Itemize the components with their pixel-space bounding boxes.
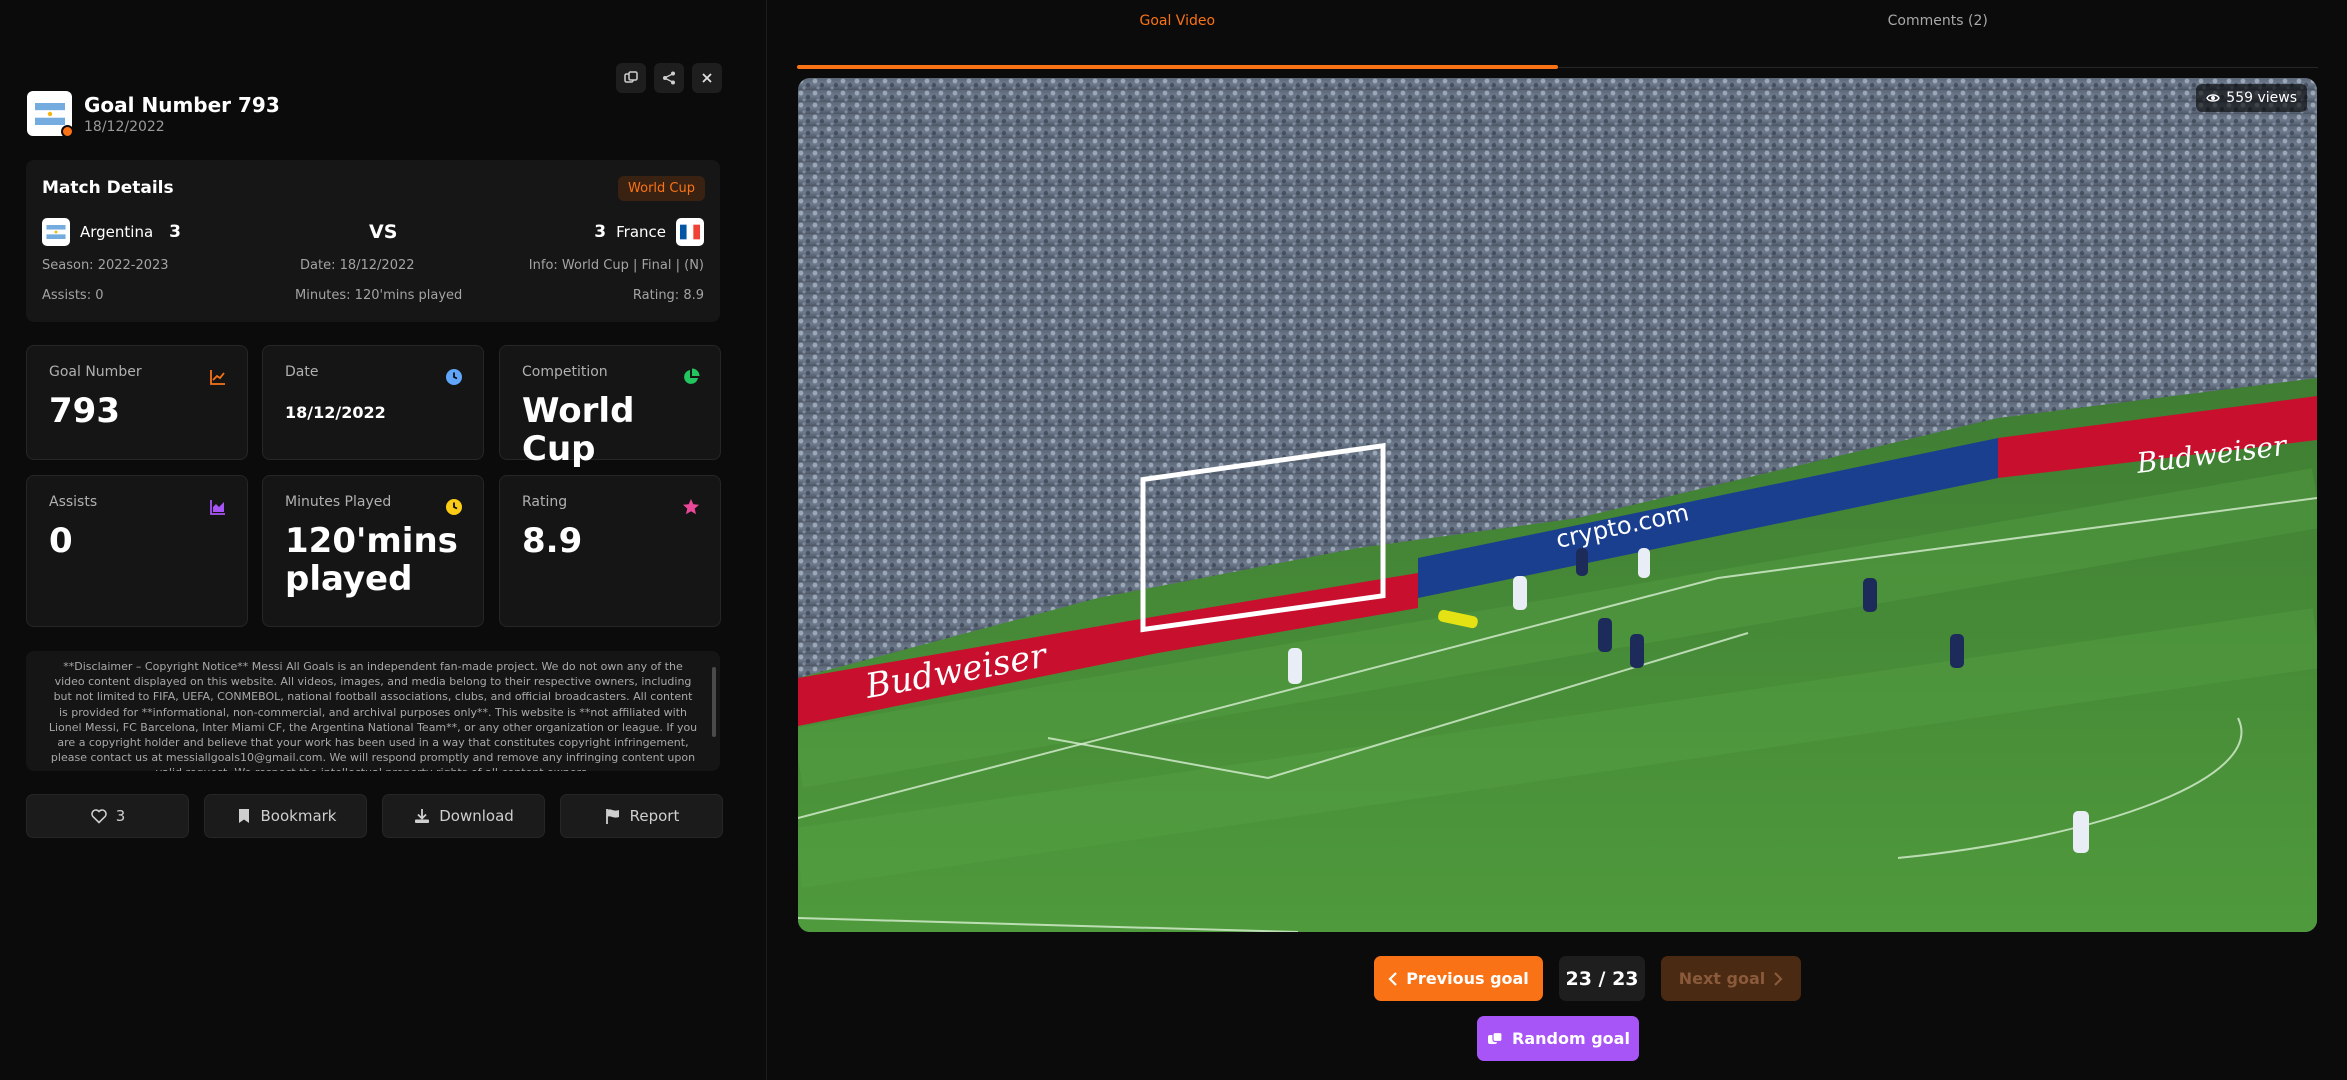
match-info-row-2: Assists: 0 Minutes: 120'mins played Rati…: [42, 288, 704, 303]
area-chart-icon: [210, 500, 225, 515]
chevron-right-icon: [1774, 971, 1783, 986]
goal-video-player[interactable]: Budweiser Budweiser crypto.com 559 views: [798, 78, 2317, 932]
dice-icon: [624, 71, 638, 83]
away-team: 3 France: [588, 218, 704, 246]
previous-goal-label: Previous goal: [1406, 969, 1529, 988]
match-date-text: Date: 18/12/2022: [300, 258, 415, 273]
bookmark-label: Bookmark: [260, 807, 337, 825]
home-team-score: 3: [169, 222, 182, 242]
stat-value: 0: [49, 521, 73, 561]
clock-icon: [446, 499, 462, 515]
stat-value: 8.9: [522, 521, 583, 561]
tab-comments[interactable]: Comments (2): [1558, 0, 2319, 68]
teams-row: Argentina 3 VS 3 France: [42, 217, 704, 247]
match-details-title: Match Details: [42, 178, 174, 198]
goal-header: Goal Number 793 18/12/2022: [27, 91, 280, 138]
tab-goal-video[interactable]: Goal Video: [797, 0, 1558, 69]
season-text: Season: 2022-2023: [42, 258, 169, 273]
video-panel: Goal Video Comments (2) Budweiser Budwei…: [768, 0, 2347, 1080]
stat-label: Goal Number: [49, 364, 142, 380]
dice-icon: [1488, 1031, 1503, 1044]
goal-actions: 3 Bookmark Download Report: [26, 794, 723, 838]
stat-label: Date: [285, 364, 319, 380]
heart-icon: [90, 809, 107, 824]
goal-counter: 23 / 23: [1559, 956, 1645, 1001]
download-button[interactable]: Download: [382, 794, 545, 838]
clock-icon: [446, 369, 462, 385]
stat-value: World Cup: [522, 391, 635, 469]
eye-icon: [2206, 94, 2221, 102]
next-goal-label: Next goal: [1678, 969, 1766, 988]
stat-card-assists: Assists 0: [26, 475, 248, 627]
disclaimer-scrollbar[interactable]: [711, 657, 717, 765]
download-icon: [415, 809, 430, 823]
goal-details-panel: Goal Number 793 18/12/2022 Match Details…: [0, 0, 767, 1080]
download-label: Download: [439, 807, 514, 825]
stat-card-minutes-played: Minutes Played 120'mins played: [262, 475, 484, 627]
chevron-left-icon: [1388, 971, 1397, 986]
copyright-disclaimer: **Disclaimer – Copyright Notice** Messi …: [26, 651, 720, 771]
argentina-flag-badge: [27, 91, 74, 138]
france-flag-icon: [676, 218, 704, 246]
stat-value: 793: [49, 391, 120, 431]
random-goal-label: Random goal: [1512, 1029, 1630, 1048]
match-info-text: Info: World Cup | Final | (N): [528, 258, 704, 273]
goal-date: 18/12/2022: [84, 118, 165, 135]
header-actions: [616, 63, 722, 93]
stat-card-rating: Rating 8.9: [499, 475, 721, 627]
minutes-text: Minutes: 120'mins played: [295, 288, 463, 303]
share-button[interactable]: [654, 63, 684, 93]
shuffle-button[interactable]: [616, 63, 646, 93]
view-counter: 559 views: [2196, 84, 2307, 112]
stat-card-goal-number: Goal Number 793: [26, 345, 248, 460]
home-team-name: Argentina: [80, 223, 154, 241]
bookmark-icon: [238, 809, 249, 823]
report-button[interactable]: Report: [560, 794, 723, 838]
stat-label: Assists: [49, 494, 98, 510]
close-icon: [702, 73, 712, 83]
stat-label: Minutes Played: [285, 494, 392, 510]
star-icon: [683, 499, 699, 515]
bookmark-button[interactable]: Bookmark: [204, 794, 367, 838]
like-button[interactable]: 3: [26, 794, 189, 838]
away-team-score: 3: [594, 222, 607, 242]
argentina-flag-icon: [42, 218, 70, 246]
match-info-row-1: Season: 2022-2023 Date: 18/12/2022 Info:…: [42, 258, 704, 273]
video-frame-image: Budweiser Budweiser crypto.com: [798, 78, 2317, 932]
vs-label: VS: [369, 221, 398, 243]
share-icon: [663, 71, 675, 85]
random-goal-button[interactable]: Random goal: [1477, 1016, 1639, 1061]
like-count: 3: [115, 807, 126, 825]
home-team: Argentina 3: [42, 218, 181, 246]
disclaimer-text: **Disclaimer – Copyright Notice** Messi …: [48, 660, 698, 771]
competition-badge: World Cup: [618, 176, 705, 201]
status-dot: [61, 125, 74, 138]
pie-chart-icon: [684, 368, 700, 384]
stat-value: 18/12/2022: [285, 403, 386, 422]
chart-line-icon: [210, 370, 225, 385]
page-title: Goal Number 793: [84, 92, 280, 117]
stat-card-competition: Competition World Cup: [499, 345, 721, 468]
stat-label: Rating: [522, 494, 568, 510]
assists-text: Assists: 0: [42, 288, 104, 303]
goal-navigation: Previous goal 23 / 23 Next goal: [768, 956, 2347, 1001]
match-details-card: Match Details World Cup Argentina 3 VS 3…: [26, 160, 720, 322]
stat-card-date: Date 18/12/2022: [262, 345, 484, 460]
report-label: Report: [629, 807, 680, 825]
stat-label: Competition: [522, 364, 608, 380]
away-team-name: France: [616, 223, 666, 241]
next-goal-button[interactable]: Next goal: [1661, 956, 1801, 1001]
previous-goal-button[interactable]: Previous goal: [1374, 956, 1543, 1001]
rating-text: Rating: 8.9: [632, 288, 704, 303]
flag-icon: [605, 809, 619, 824]
argentina-flag-icon: [34, 102, 65, 125]
view-count: 559 views: [2226, 90, 2297, 106]
tab-bar: Goal Video Comments (2): [797, 0, 2319, 69]
close-button[interactable]: [692, 63, 722, 93]
stat-value: 120'mins played: [285, 521, 458, 599]
